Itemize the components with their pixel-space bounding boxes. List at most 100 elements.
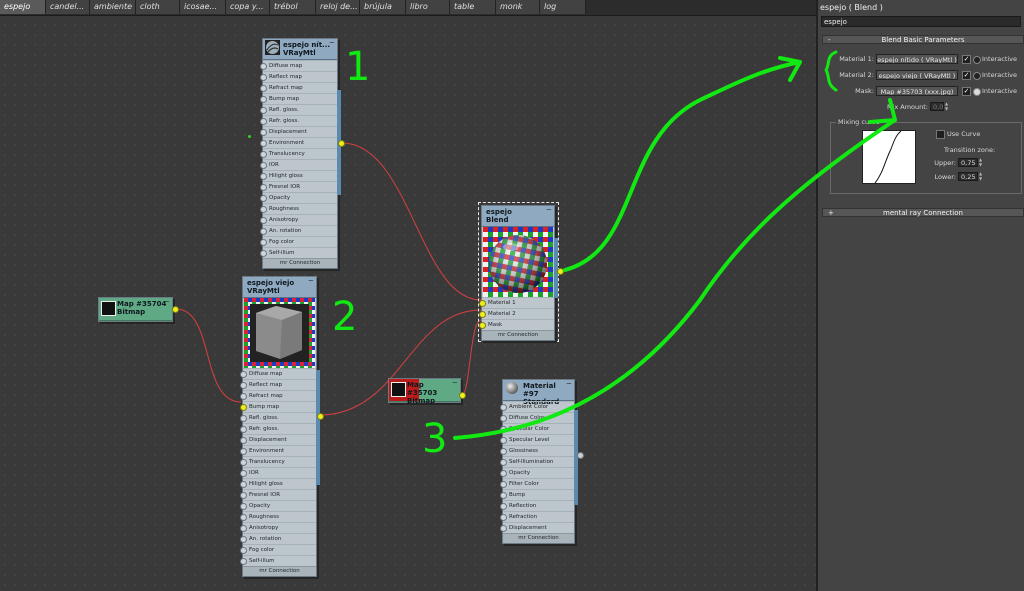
- material2-interactive-radio[interactable]: [973, 72, 981, 80]
- view-tab[interactable]: libro: [406, 0, 450, 14]
- minimize-icon[interactable]: ─: [165, 298, 169, 306]
- input-socket[interactable]: [260, 118, 267, 125]
- node-header[interactable]: espejo viejo VRayMtl ─: [243, 277, 316, 298]
- input-socket[interactable]: [260, 173, 267, 180]
- input-slot[interactable]: IOR: [260, 159, 337, 170]
- input-socket[interactable]: [240, 547, 247, 554]
- node-header[interactable]: Material #97 Standard ─: [503, 380, 574, 406]
- input-slot[interactable]: Specular Color: [500, 423, 574, 434]
- mr-connection-slot[interactable]: mr Connection: [263, 258, 337, 268]
- output-socket[interactable]: [459, 392, 466, 399]
- input-slot[interactable]: Opacity: [500, 467, 574, 478]
- input-socket[interactable]: [500, 415, 507, 422]
- material2-enable-checkbox[interactable]: ✓: [962, 71, 971, 80]
- input-slot[interactable]: Specular Level: [500, 434, 574, 445]
- input-socket[interactable]: [479, 300, 486, 307]
- input-slot[interactable]: Refraction: [500, 511, 574, 522]
- view-tab[interactable]: reloj de...: [316, 0, 360, 14]
- input-slot[interactable]: Displacement: [500, 522, 574, 533]
- view-tab[interactable]: trébol: [270, 0, 316, 14]
- input-socket[interactable]: [240, 371, 247, 378]
- input-slot[interactable]: Filter Color: [500, 478, 574, 489]
- node-header[interactable]: Map #35703 Bitmap ─: [389, 379, 460, 405]
- blend-material-node[interactable]: espejo Blend ─ Material 1 Material 2 Mask …: [479, 205, 555, 341]
- input-slot[interactable]: Fresnel IOR: [240, 489, 316, 500]
- view-tab[interactable]: brújula: [360, 0, 406, 14]
- input-slot[interactable]: Diffuse Color: [500, 412, 574, 423]
- input-slot[interactable]: Environment: [240, 445, 316, 456]
- view-tab[interactable]: table: [450, 0, 496, 14]
- rollout-mental-ray-connection[interactable]: + mental ray Connection: [822, 208, 1024, 217]
- input-slot[interactable]: Bump: [500, 489, 574, 500]
- input-socket[interactable]: [240, 404, 247, 411]
- input-socket[interactable]: [479, 322, 486, 329]
- minimize-icon[interactable]: ─: [330, 39, 334, 47]
- input-slot[interactable]: Fog color: [240, 544, 316, 555]
- input-socket[interactable]: [500, 514, 507, 521]
- input-slot[interactable]: Diffuse map: [240, 368, 316, 379]
- input-slot[interactable]: Reflect map: [260, 71, 337, 82]
- input-socket[interactable]: [240, 514, 247, 521]
- input-slot[interactable]: Refl. gloss.: [240, 412, 316, 423]
- minimize-icon[interactable]: ─: [309, 277, 313, 285]
- input-socket[interactable]: [260, 228, 267, 235]
- mr-connection-slot[interactable]: mr Connection: [243, 566, 316, 576]
- upper-arrows-icon[interactable]: ▲ ▼: [978, 157, 983, 167]
- input-socket[interactable]: [260, 140, 267, 147]
- input-socket[interactable]: [240, 393, 247, 400]
- mask-interactive-radio[interactable]: [973, 88, 981, 96]
- output-socket[interactable]: [577, 452, 584, 459]
- vray-material-node-2[interactable]: espejo viejo VRayMtl ─ Diffuse map Reflec…: [240, 276, 317, 577]
- input-slot[interactable]: Refl. gloss.: [260, 104, 337, 115]
- node-header[interactable]: Map #35704 Bitmap ─: [99, 298, 172, 321]
- input-slot[interactable]: Bump map: [240, 401, 316, 412]
- input-socket[interactable]: [240, 481, 247, 488]
- input-slot[interactable]: Environment: [260, 137, 337, 148]
- mask-button[interactable]: Map #35703 (xxx.jpg): [876, 86, 958, 96]
- material1-enable-checkbox[interactable]: ✓: [962, 55, 971, 64]
- input-socket[interactable]: [240, 448, 247, 455]
- input-socket[interactable]: [240, 492, 247, 499]
- input-socket[interactable]: [500, 437, 507, 444]
- input-socket[interactable]: [240, 459, 247, 466]
- input-socket[interactable]: [260, 239, 267, 246]
- input-socket[interactable]: [240, 415, 247, 422]
- input-socket[interactable]: [240, 426, 247, 433]
- input-slot[interactable]: Bump map: [260, 93, 337, 104]
- input-socket[interactable]: [240, 525, 247, 532]
- node-header[interactable]: espejo nít... VRayMtl ─: [263, 39, 337, 60]
- input-socket[interactable]: [500, 448, 507, 455]
- input-socket[interactable]: [500, 492, 507, 499]
- input-slot[interactable]: Refract map: [260, 82, 337, 93]
- output-socket[interactable]: [172, 306, 179, 313]
- mr-connection-slot[interactable]: mr Connection: [482, 330, 554, 340]
- input-slot[interactable]: Roughness: [240, 511, 316, 522]
- input-socket[interactable]: [500, 470, 507, 477]
- input-socket[interactable]: [260, 96, 267, 103]
- input-socket[interactable]: [260, 63, 267, 70]
- node-header[interactable]: espejo Blend ─: [482, 206, 554, 227]
- minimize-icon[interactable]: ─: [453, 379, 457, 387]
- input-slot[interactable]: Translucency: [240, 456, 316, 467]
- input-socket[interactable]: [500, 404, 507, 411]
- input-socket[interactable]: [260, 217, 267, 224]
- input-socket[interactable]: [479, 311, 486, 318]
- input-slot[interactable]: Anisotropy: [240, 522, 316, 533]
- input-socket[interactable]: [240, 437, 247, 444]
- upper-spinner[interactable]: 0,75: [958, 158, 978, 167]
- mix-amount-spinner[interactable]: 0,0: [930, 102, 944, 111]
- input-slot[interactable]: Material 2: [479, 308, 554, 319]
- input-socket[interactable]: [500, 426, 507, 433]
- slate-node-canvas[interactable]: [0, 0, 816, 591]
- bitmap-node-1[interactable]: Map #35704 Bitmap ─: [98, 297, 173, 322]
- input-slot[interactable]: Fog color: [260, 236, 337, 247]
- output-socket[interactable]: [338, 140, 345, 147]
- mix-amount-arrows-icon[interactable]: ▲ ▼: [944, 101, 949, 111]
- input-slot[interactable]: Hilight gloss: [240, 478, 316, 489]
- input-socket[interactable]: [240, 503, 247, 510]
- input-socket[interactable]: [260, 195, 267, 202]
- input-slot[interactable]: Displacement: [260, 126, 337, 137]
- input-slot[interactable]: Material 1: [479, 297, 554, 308]
- input-socket[interactable]: [260, 250, 267, 257]
- input-slot[interactable]: Roughness: [260, 203, 337, 214]
